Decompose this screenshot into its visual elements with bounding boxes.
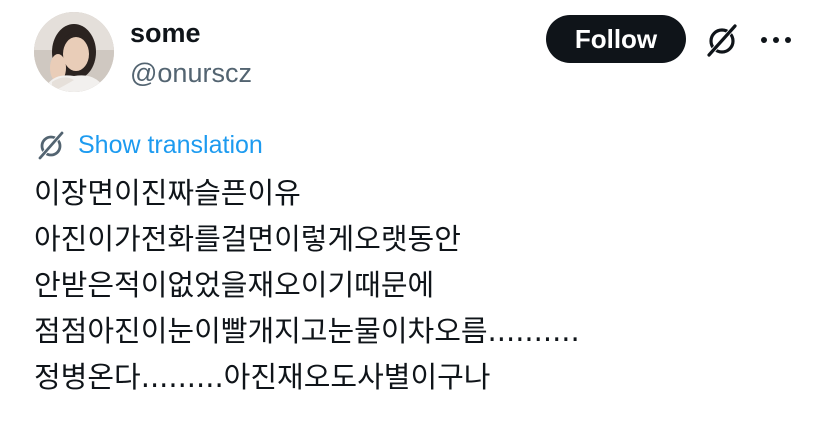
post-text-line: 안받은적이없었을재오이기때문에 <box>34 268 435 302</box>
author-handle[interactable]: @onurscz <box>130 56 252 90</box>
post-text-line: 점점아진이눈이빨개지고눈물이차오름.......... <box>34 314 580 348</box>
post-text-line: 아진이가전화를걸면이렇게오랫동안 <box>34 222 461 256</box>
post-text-line: 정병온다.........아진재오도사별이구나 <box>34 360 491 394</box>
show-translation-link[interactable]: Show translation <box>34 128 263 162</box>
grok-icon <box>707 24 737 57</box>
more-icon <box>761 37 791 43</box>
follow-button[interactable]: Follow <box>546 15 686 63</box>
show-translation-label[interactable]: Show translation <box>78 131 263 160</box>
avatar[interactable] <box>34 12 114 92</box>
avatar-image <box>34 12 114 92</box>
post: some @onurscz Follow Show translation 이장… <box>0 0 828 426</box>
more-button[interactable] <box>756 22 796 58</box>
grok-icon <box>38 131 64 160</box>
author-display-name[interactable]: some <box>130 16 201 50</box>
post-text: 이장면이진짜슬픈이유 아진이가전화를걸면이렇게오랫동안 안받은적이없었을재오이기… <box>34 170 814 400</box>
grok-button[interactable] <box>702 20 742 60</box>
post-text-line: 이장면이진짜슬픈이유 <box>34 176 301 210</box>
